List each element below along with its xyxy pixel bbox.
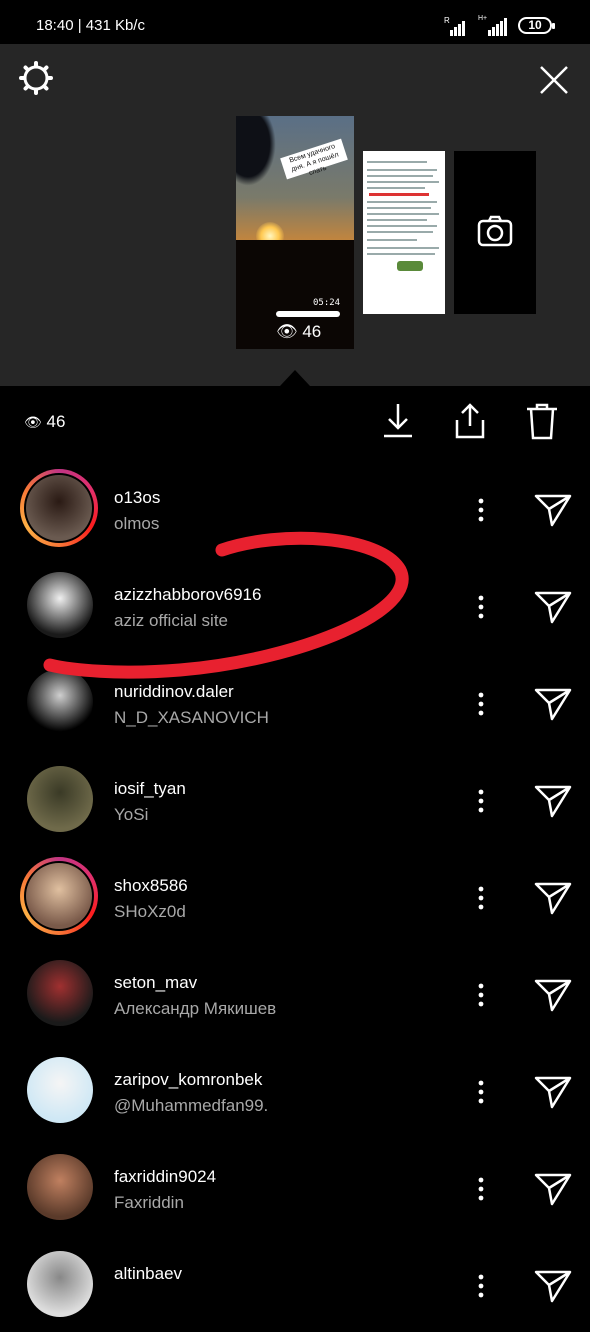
viewer-full-name: olmos <box>114 514 160 533</box>
views-count: 46 <box>46 412 66 431</box>
battery-icon: 10 <box>518 17 555 34</box>
story-time: 05:24 <box>313 298 341 308</box>
views-summary: 👁 46 <box>24 412 65 432</box>
send-icon[interactable] <box>533 1171 573 1207</box>
battery-level: 10 <box>528 18 542 32</box>
more-options-icon[interactable] <box>470 1271 492 1301</box>
viewer-row[interactable]: azizzhabborov6916 aziz official site <box>0 556 590 653</box>
avatar[interactable] <box>27 1154 93 1220</box>
more-options-icon[interactable] <box>470 883 492 913</box>
send-icon[interactable] <box>533 589 573 625</box>
send-icon[interactable] <box>533 1268 573 1304</box>
viewer-row[interactable]: faxriddin9024 Faxriddin <box>0 1138 590 1235</box>
signal-icon-2: H+ <box>478 15 510 36</box>
viewer-username[interactable]: altinbaev <box>114 1264 182 1284</box>
status-time: 18:40 | 431 Kb/c <box>36 17 145 34</box>
selected-story-pointer <box>280 370 310 386</box>
signal-icon: R <box>444 16 466 36</box>
viewer-full-name: aziz official site <box>114 611 229 630</box>
avatar[interactable] <box>27 572 93 638</box>
viewer-full-name: SHoXz0d <box>114 902 186 921</box>
story-link-bar <box>276 311 340 317</box>
story-ring[interactable] <box>20 469 98 547</box>
story-views: 👁 46 <box>276 322 321 342</box>
send-icon[interactable] <box>533 492 573 528</box>
more-options-icon[interactable] <box>470 1077 492 1107</box>
gear-icon[interactable] <box>18 60 54 96</box>
viewer-full-name: Faxriddin <box>114 1193 184 1212</box>
avatar[interactable] <box>26 863 92 929</box>
viewer-full-name: YoSi <box>114 805 149 824</box>
viewer-full-name: Александр Мякишев <box>114 999 277 1018</box>
avatar[interactable] <box>27 1057 93 1123</box>
story-thumbnail-text[interactable] <box>363 151 445 314</box>
send-icon[interactable] <box>533 977 573 1013</box>
avatar[interactable] <box>27 1251 93 1317</box>
more-options-icon[interactable] <box>470 495 492 525</box>
viewer-username[interactable]: azizzhabborov6916 <box>114 585 261 605</box>
viewer-row[interactable]: seton_mav Александр Мякишев <box>0 944 590 1041</box>
viewer-row[interactable]: o13os olmos <box>0 459 590 556</box>
viewer-username[interactable]: seton_mav <box>114 973 197 993</box>
viewer-row[interactable]: nuriddinov.daler N_D_XASANOVICH <box>0 653 590 750</box>
viewer-username[interactable]: iosif_tyan <box>114 779 186 799</box>
close-icon[interactable] <box>538 64 570 96</box>
viewer-row[interactable]: iosif_tyan YoSi <box>0 750 590 847</box>
send-icon[interactable] <box>533 783 573 819</box>
send-icon[interactable] <box>533 880 573 916</box>
trash-icon[interactable] <box>522 400 562 442</box>
more-options-icon[interactable] <box>470 1174 492 1204</box>
viewer-username[interactable]: nuriddinov.daler <box>114 682 234 702</box>
share-icon[interactable] <box>450 400 490 442</box>
viewer-row[interactable]: zaripov_komronbek @Muhammedfan99. <box>0 1041 590 1138</box>
avatar[interactable] <box>27 960 93 1026</box>
more-options-icon[interactable] <box>470 592 492 622</box>
more-options-icon[interactable] <box>470 980 492 1010</box>
viewer-username[interactable]: o13os <box>114 488 160 508</box>
eye-icon: 👁 <box>24 414 42 430</box>
story-tree <box>236 116 276 186</box>
viewer-full-name: N_D_XASANOVICH <box>114 708 269 727</box>
status-bar: 18:40 | 431 Kb/c R H+ 10 <box>0 0 590 44</box>
send-icon[interactable] <box>533 686 573 722</box>
viewer-row[interactable]: altinbaev <box>0 1235 590 1332</box>
viewer-username[interactable]: zaripov_komronbek <box>114 1070 262 1090</box>
eye-icon: 👁 <box>276 322 298 341</box>
avatar[interactable] <box>27 669 93 735</box>
viewer-full-name: @Muhammedfan99. <box>114 1096 269 1115</box>
more-options-icon[interactable] <box>470 786 492 816</box>
send-icon[interactable] <box>533 1074 573 1110</box>
camera-icon <box>477 215 513 247</box>
viewer-username[interactable]: shox8586 <box>114 876 188 896</box>
more-options-icon[interactable] <box>470 689 492 719</box>
download-icon[interactable] <box>378 400 418 442</box>
story-ring[interactable] <box>20 857 98 935</box>
viewer-row[interactable]: shox8586 SHoXz0d <box>0 847 590 944</box>
avatar[interactable] <box>27 766 93 832</box>
story-views-count: 46 <box>302 322 322 341</box>
viewer-username[interactable]: faxriddin9024 <box>114 1167 216 1187</box>
avatar[interactable] <box>26 475 92 541</box>
